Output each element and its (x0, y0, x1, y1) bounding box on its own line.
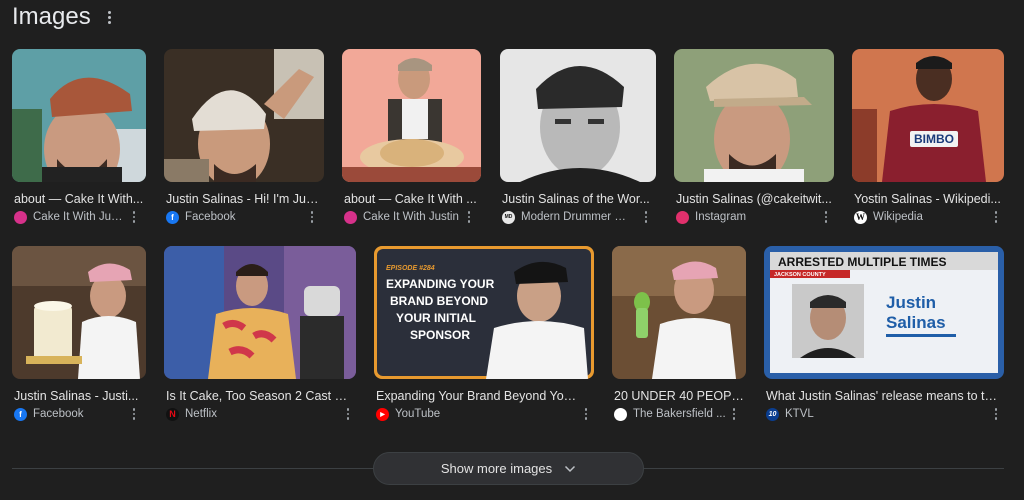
site-favicon-icon (344, 210, 357, 224)
thumb-name-line1: Justin (886, 293, 936, 312)
image-thumbnail[interactable] (164, 49, 324, 182)
image-source[interactable]: f Facebook (14, 406, 126, 422)
image-thumbnail[interactable] (500, 49, 656, 182)
result-menu-icon[interactable] (641, 210, 651, 224)
result-menu-icon[interactable] (991, 210, 1001, 224)
image-caption[interactable]: about — Cake It With... (14, 192, 144, 206)
image-caption[interactable]: What Justin Salinas' release means to th… (766, 389, 998, 403)
image-caption[interactable]: about — Cake It With ... (344, 192, 479, 206)
section-header: Images (12, 2, 117, 32)
image-caption[interactable]: Is It Cake, Too Season 2 Cast & I... (166, 389, 354, 403)
image-source[interactable]: The Bakersfield ... (614, 406, 726, 422)
chevron-down-icon (565, 465, 576, 472)
facebook-icon: f (14, 407, 27, 421)
image-caption[interactable]: 20 UNDER 40 PEOPL... (614, 389, 744, 403)
image-thumbnail[interactable] (12, 246, 146, 379)
site-favicon-icon (14, 210, 27, 224)
image-caption[interactable]: Justin Salinas - Justi... (14, 389, 144, 403)
image-source[interactable]: Cake It With Jus... (14, 209, 126, 225)
result-menu-icon[interactable] (129, 407, 139, 421)
show-more-label: Show more images (440, 461, 553, 476)
image-caption[interactable]: Justin Salinas (@cakeitwit... (676, 192, 832, 206)
section-title: Images (12, 3, 91, 30)
image-source[interactable]: 10 KTVL (766, 406, 966, 422)
image-source[interactable]: Cake It With Justin (344, 209, 462, 225)
thumb-headline-line4: SPONSOR (410, 328, 470, 342)
image-thumbnail[interactable] (164, 246, 356, 379)
image-source[interactable]: W Wikipedia (854, 209, 980, 225)
thumb-episode-label: EPISODE #284 (386, 265, 435, 272)
thumb-name-line2: Salinas (886, 313, 946, 332)
netflix-icon: N (166, 407, 179, 421)
image-caption[interactable]: Expanding Your Brand Beyond Your I... (376, 389, 582, 403)
thumb-headline-line1: EXPANDING YOUR (386, 277, 495, 291)
image-thumbnail[interactable] (612, 246, 746, 379)
ktvl-icon: 10 (766, 407, 779, 421)
result-menu-icon[interactable] (581, 407, 591, 421)
image-caption[interactable]: Yostin Salinas - Wikipedi... (854, 192, 1002, 206)
image-source[interactable]: Instagram (676, 209, 806, 225)
site-favicon-icon (614, 407, 627, 421)
image-thumbnail[interactable] (674, 49, 834, 182)
show-more-images-button[interactable]: Show more images (373, 452, 644, 485)
result-menu-icon[interactable] (307, 210, 317, 224)
thumb-headline-line3: YOUR INITIAL (396, 311, 476, 325)
youtube-icon: ▶ (376, 407, 389, 421)
result-menu-icon[interactable] (821, 210, 831, 224)
image-thumbnail[interactable]: ARRESTED MULTIPLE TIMES JACKSON COUNTY J… (764, 246, 1004, 379)
image-thumbnail[interactable] (342, 49, 481, 182)
thumb-headline-line2: BRAND BEYOND (390, 294, 488, 308)
result-menu-icon[interactable] (464, 210, 474, 224)
result-menu-icon[interactable] (129, 210, 139, 224)
image-thumbnail[interactable]: BIMBO (852, 49, 1004, 182)
wikipedia-icon: W (854, 210, 867, 224)
image-caption[interactable]: Justin Salinas - Hi! I'm Jus... (166, 192, 322, 206)
site-favicon-icon: MD (502, 210, 515, 224)
instagram-icon (676, 210, 689, 224)
image-thumbnail[interactable] (12, 49, 146, 182)
jersey-text: BIMBO (914, 132, 954, 146)
image-source[interactable]: ▶ YouTube (376, 406, 556, 422)
image-caption[interactable]: Justin Salinas of the Wor... (502, 192, 654, 206)
image-source[interactable]: MD Modern Drummer M... (502, 209, 630, 225)
more-options-icon[interactable] (103, 7, 117, 27)
image-thumbnail[interactable]: EPISODE #284 EXPANDING YOUR BRAND BEYOND… (374, 246, 594, 379)
image-source[interactable]: N Netflix (166, 406, 326, 422)
result-menu-icon[interactable] (343, 407, 353, 421)
result-menu-icon[interactable] (991, 407, 1001, 421)
facebook-icon: f (166, 210, 179, 224)
image-source[interactable]: f Facebook (166, 209, 296, 225)
result-menu-icon[interactable] (729, 407, 739, 421)
thumb-county-text: JACKSON COUNTY (774, 272, 826, 278)
thumb-banner-text: ARRESTED MULTIPLE TIMES (778, 255, 946, 269)
